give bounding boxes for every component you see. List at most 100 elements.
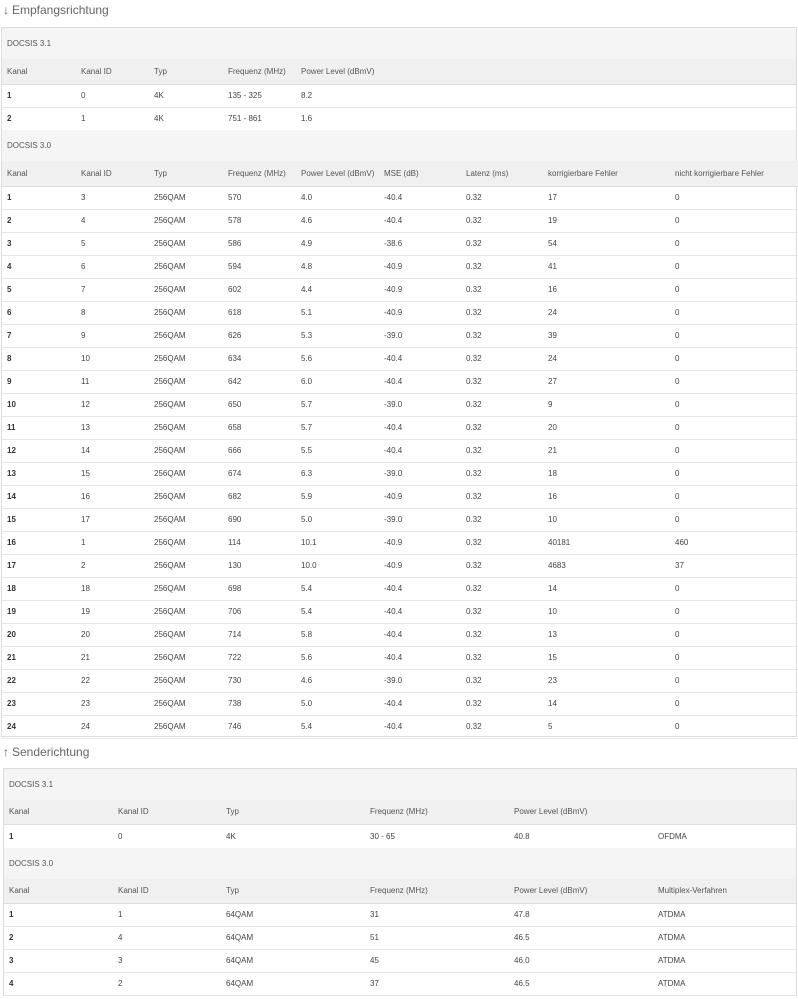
table-cell: 37 <box>365 972 509 996</box>
table-cell: -39.0 <box>379 393 461 417</box>
table-cell: 256QAM <box>149 554 223 578</box>
table-row: 8 10 256QAM 634 5.6 -40.4 0.32 24 0 <box>2 347 798 371</box>
table-cell: 570 <box>223 186 296 210</box>
table-cell: 45 <box>365 949 509 973</box>
table-cell: 256QAM <box>149 646 223 670</box>
table-cell: -40.4 <box>379 186 461 210</box>
table-cell: 5.4 <box>296 577 379 601</box>
downstream-docsis31-table: Kanal Kanal ID Typ Frequenz (MHz) Power Leve… <box>2 59 796 131</box>
channel-cell: 3 <box>4 949 113 973</box>
table-cell: ATDMA <box>653 926 796 950</box>
table-cell: 0.32 <box>461 416 543 440</box>
table-cell: 7 <box>76 278 149 302</box>
table-cell: 0 <box>670 186 798 210</box>
channel-cell: 23 <box>2 692 76 716</box>
table-cell: 256QAM <box>149 255 223 279</box>
channel-cell: 1 <box>2 186 76 210</box>
table-cell: 0.32 <box>461 393 543 417</box>
column-header: Kanal ID <box>76 59 149 85</box>
table-cell: 586 <box>223 232 296 256</box>
table-cell: -40.4 <box>379 692 461 716</box>
column-header: Frequenz (MHz) <box>365 879 509 904</box>
table-cell: 47.8 <box>509 903 653 927</box>
column-header: Kanal <box>4 800 113 825</box>
column-header: Kanal ID <box>76 161 149 187</box>
table-row: 4 2 64QAM 37 46.5 ATDMA <box>4 972 796 996</box>
table-cell: 0.32 <box>461 232 543 256</box>
downstream-docsis30-label: DOCSIS 3.0 <box>7 141 52 150</box>
table-cell: 0 <box>670 692 798 716</box>
table-row: 2 4 64QAM 51 46.5 ATDMA <box>4 926 796 950</box>
table-cell: 16 <box>543 485 670 509</box>
table-cell: 40181 <box>543 531 670 555</box>
channel-cell: 4 <box>4 972 113 996</box>
table-cell: 16 <box>76 485 149 509</box>
upstream-docsis30-label: DOCSIS 3.0 <box>9 859 54 868</box>
table-cell: 5.4 <box>296 715 379 739</box>
table-cell: 46.5 <box>509 926 653 950</box>
table-header-row: Kanal Kanal ID Typ Frequenz (MHz) Power Leve… <box>4 879 796 904</box>
table-cell: 15 <box>76 462 149 486</box>
table-cell: 0.32 <box>461 370 543 394</box>
table-cell: 0 <box>670 600 798 624</box>
table-row: 12 14 256QAM 666 5.5 -40.4 0.32 21 0 <box>2 439 798 463</box>
table-cell: 682 <box>223 485 296 509</box>
table-cell: -40.9 <box>379 278 461 302</box>
table-row: 3 3 64QAM 45 46.0 ATDMA <box>4 949 796 973</box>
table-cell: 658 <box>223 416 296 440</box>
table-cell: 0.32 <box>461 692 543 716</box>
table-cell: 602 <box>223 278 296 302</box>
channel-cell: 12 <box>2 439 76 463</box>
table-cell: 0 <box>670 485 798 509</box>
table-row: 6 8 256QAM 618 5.1 -40.9 0.32 24 0 <box>2 301 798 325</box>
channel-cell: 1 <box>4 903 113 927</box>
table-cell: 256QAM <box>149 232 223 256</box>
table-cell: 10 <box>76 347 149 371</box>
table-cell: 730 <box>223 669 296 693</box>
column-header: korrigierbare Fehler <box>543 161 670 187</box>
table-cell: -39.0 <box>379 324 461 348</box>
table-cell: -40.9 <box>379 531 461 555</box>
table-cell: 64QAM <box>221 949 365 973</box>
table-cell: 256QAM <box>149 416 223 440</box>
column-header: Kanal ID <box>113 879 221 904</box>
table-cell: 4.6 <box>296 209 379 233</box>
table-row: 1 1 64QAM 31 47.8 ATDMA <box>4 903 796 927</box>
table-cell: 5.7 <box>296 416 379 440</box>
channel-cell: 1 <box>2 84 76 108</box>
table-cell: 256QAM <box>149 531 223 555</box>
table-cell: 460 <box>670 531 798 555</box>
table-cell: 64QAM <box>221 926 365 950</box>
table-cell: 256QAM <box>149 439 223 463</box>
table-row: 15 17 256QAM 690 5.0 -39.0 0.32 10 0 <box>2 508 798 532</box>
table-cell: 634 <box>223 347 296 371</box>
table-cell: 64QAM <box>221 903 365 927</box>
table-cell: -40.4 <box>379 370 461 394</box>
table-cell: 626 <box>223 324 296 348</box>
table-cell: 256QAM <box>149 623 223 647</box>
table-cell: 0.32 <box>461 508 543 532</box>
table-cell: 0.32 <box>461 186 543 210</box>
upstream-docsis31-header: DOCSIS 3.1 <box>4 769 796 801</box>
table-cell: 4.9 <box>296 232 379 256</box>
table-cell: 256QAM <box>149 278 223 302</box>
table-cell: -40.4 <box>379 715 461 739</box>
downstream-docsis30-header: DOCSIS 3.0 <box>2 130 796 162</box>
channel-cell: 10 <box>2 393 76 417</box>
table-cell: 738 <box>223 692 296 716</box>
table-cell: 3 <box>76 186 149 210</box>
table-row: 9 11 256QAM 642 6.0 -40.4 0.32 27 0 <box>2 370 798 394</box>
table-cell: 0 <box>670 232 798 256</box>
table-cell: -39.0 <box>379 508 461 532</box>
table-cell: -38.6 <box>379 232 461 256</box>
column-header: Kanal <box>4 879 113 904</box>
channel-cell: 21 <box>2 646 76 670</box>
column-header: MSE (dB) <box>379 161 461 187</box>
table-cell: 5.9 <box>296 485 379 509</box>
table-cell: -40.4 <box>379 577 461 601</box>
table-cell: 0 <box>670 577 798 601</box>
table-cell: 12 <box>76 393 149 417</box>
channel-cell: 17 <box>2 554 76 578</box>
column-header: Frequenz (MHz) <box>223 59 296 85</box>
table-cell: 0.32 <box>461 577 543 601</box>
